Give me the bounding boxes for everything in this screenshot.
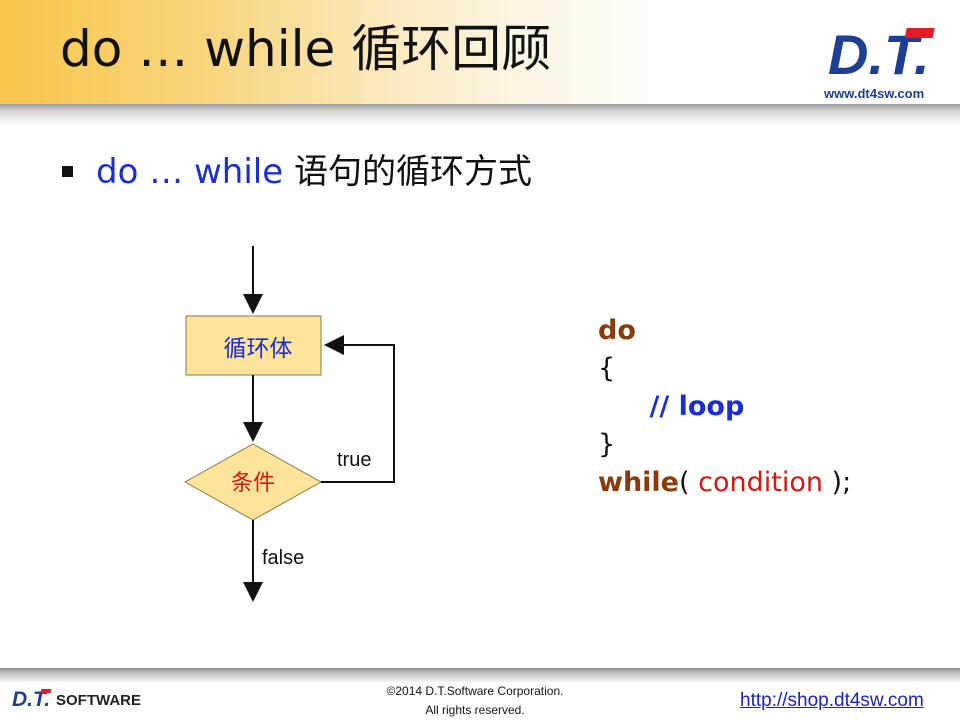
code-block: do { // loop } while( condition ); bbox=[598, 312, 851, 502]
code-do: do bbox=[598, 315, 636, 346]
copyright-line: ©2014 D.T.Software Corporation. bbox=[386, 684, 564, 698]
footer-logo-red-bar bbox=[40, 689, 52, 693]
code-close-brace: } bbox=[598, 429, 616, 460]
code-paren-close: ); bbox=[822, 467, 852, 498]
true-label: true bbox=[337, 449, 371, 471]
footer-logo: D.T. SOFTWARE bbox=[12, 688, 141, 710]
code-paren-open: ( bbox=[679, 467, 699, 498]
footer-divider bbox=[0, 668, 960, 682]
false-label: false bbox=[262, 547, 304, 569]
code-comment: // loop bbox=[649, 391, 745, 422]
copyright: ©2014 D.T.Software Corporation. All righ… bbox=[300, 682, 650, 720]
code-while: while bbox=[598, 467, 679, 498]
loop-body-label: 循环体 bbox=[224, 336, 293, 362]
code-open-brace: { bbox=[598, 353, 616, 384]
shop-link[interactable]: http://shop.dt4sw.com bbox=[740, 690, 924, 712]
footer-logo-sub: SOFTWARE bbox=[56, 692, 141, 709]
rights-line: All rights reserved. bbox=[425, 703, 525, 717]
code-condition: condition bbox=[698, 467, 823, 498]
condition-label: 条件 bbox=[231, 471, 275, 496]
